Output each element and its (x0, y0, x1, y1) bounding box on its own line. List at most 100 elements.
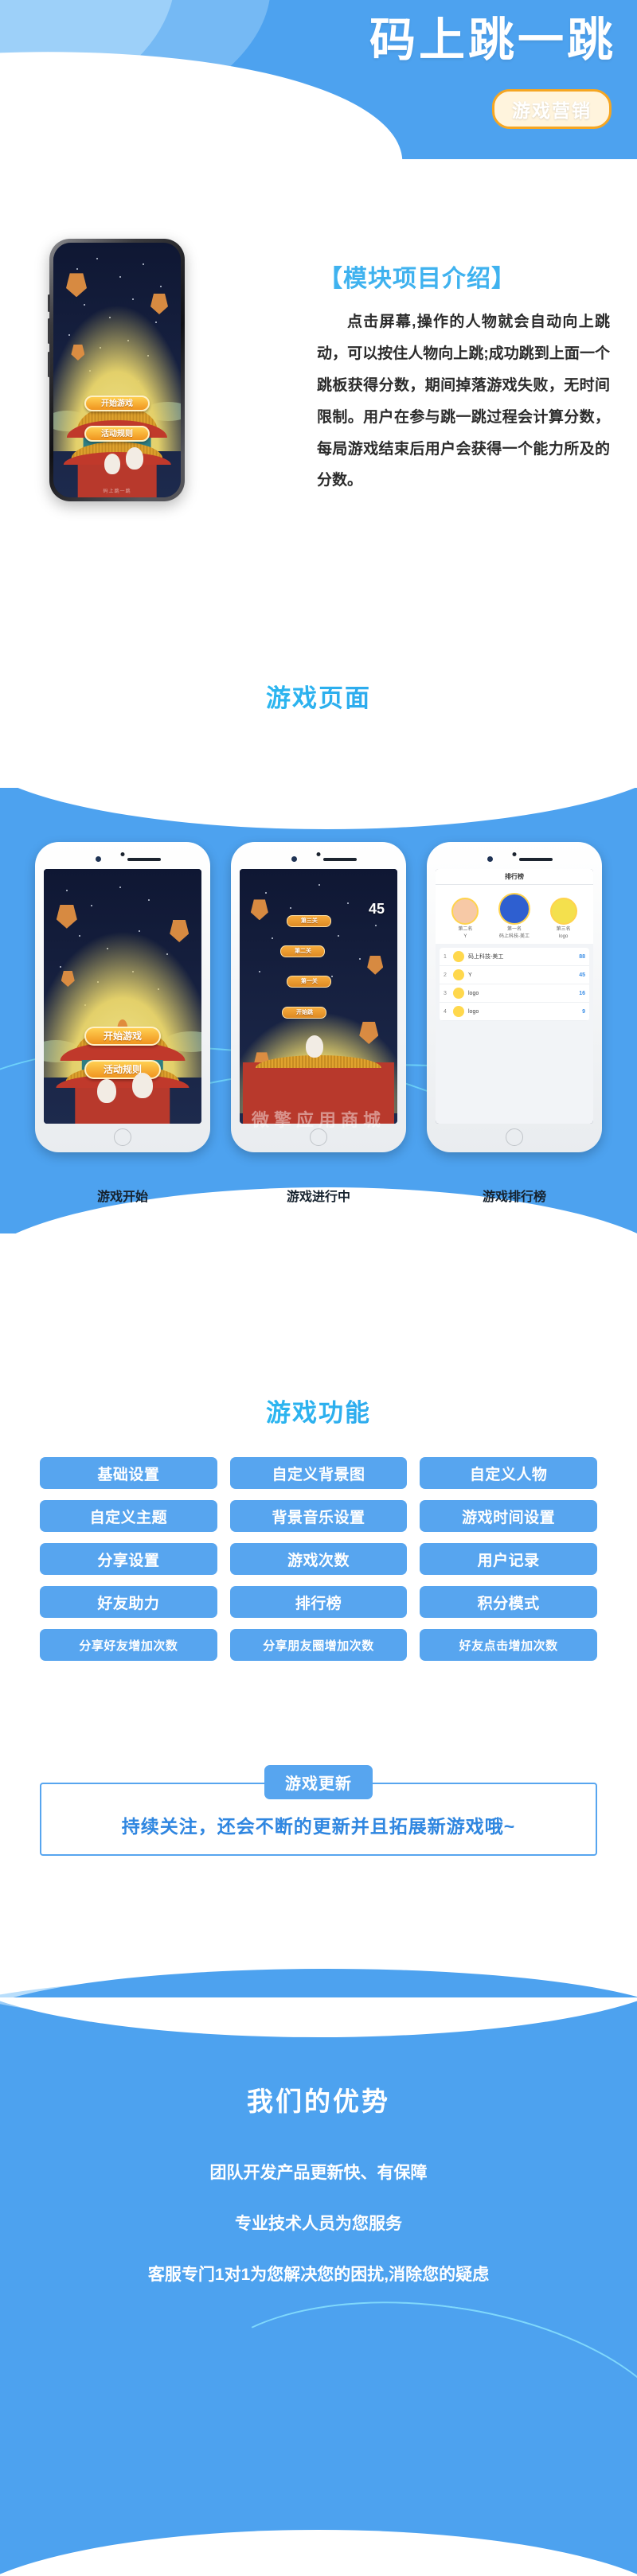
row-name: Y (468, 972, 472, 978)
function-share-settings[interactable]: 分享设置 (40, 1543, 217, 1575)
start-game-button[interactable]: 开始游戏 (84, 396, 150, 411)
row-score: 45 (579, 972, 585, 978)
intro-section: 开始游戏 活动规则 码上跳一跳 【模块项目介绍】 点击屏幕,操作的人物就会自动向… (0, 159, 637, 661)
function-friend-boost[interactable]: 好友助力 (40, 1586, 217, 1618)
caption-game-playing: 游戏进行中 (286, 1191, 350, 1204)
phone-brand-label: 码上跳一跳 (103, 489, 131, 494)
lantern-icon (66, 273, 87, 298)
podium: 第二名 Y 第一名 码上科技-美工 第三名 logo (436, 885, 593, 944)
function-bgm-settings[interactable]: 背景音乐设置 (229, 1500, 408, 1532)
podium-name: 码上科技-美工 (498, 934, 530, 939)
camera-icon (316, 852, 321, 856)
bunny-character (126, 446, 144, 470)
screen-content: 开始游戏 活动规则 (44, 869, 201, 1124)
intro-body: 点击屏幕,操作的人物就会自动向上跳动，可以按住人物向上跳;成功跳到上面一个跳板获… (317, 314, 610, 489)
function-user-records[interactable]: 用户记录 (420, 1543, 597, 1575)
speaker-icon (323, 858, 357, 861)
lantern-icon (367, 955, 384, 975)
functions-title: 游戏功能 (0, 1393, 637, 1428)
leaderboard: 排行榜 第二名 Y 第一名 码上科技-美工 第三名 logo 1 码上科技-美工… (436, 869, 593, 1124)
update-badge: 游戏更新 (264, 1765, 373, 1799)
phone-captions: 游戏开始 游戏进行中 游戏排行榜 (0, 1186, 637, 1205)
rules-button[interactable]: 活动规则 (84, 426, 150, 442)
sensor-icon (291, 856, 297, 862)
avatar (453, 1006, 464, 1017)
avatar (498, 893, 530, 925)
podium-third: 第三名 logo (549, 898, 577, 941)
functions-section: 游戏功能 基础设置 自定义背景图 自定义人物 自定义主题 背景音乐设置 游戏时间… (0, 1353, 637, 1735)
camera-icon (512, 852, 517, 856)
bunny-character (97, 1079, 117, 1104)
function-game-count[interactable]: 游戏次数 (229, 1543, 408, 1575)
phone-power (48, 352, 50, 377)
row-rank: 3 (444, 990, 447, 996)
page-title: 码上跳一跳 (369, 13, 616, 67)
function-basic-settings[interactable]: 基础设置 (40, 1457, 217, 1489)
caption-game-rank: 游戏排行榜 (482, 1191, 546, 1204)
screen-content: 45 第三关 第二关 第一关 开始跳 (240, 869, 397, 1124)
lantern-icon (250, 899, 268, 921)
table-row[interactable]: 2 Y 45 (440, 966, 589, 984)
plank-level: 第二关 (280, 945, 326, 957)
row-name: 码上科技-美工 (468, 954, 504, 960)
function-share-friend-add-count[interactable]: 分享好友增加次数 (40, 1629, 217, 1661)
avatar (453, 951, 464, 962)
sensor-icon (487, 856, 493, 862)
plank-level: 第三关 (287, 914, 332, 927)
header-badge: 游戏营销 (492, 89, 612, 129)
update-section: 游戏更新 持续关注，还会不断的更新并且拓展新游戏哦~ (0, 1765, 637, 1997)
row-score: 16 (579, 990, 585, 996)
phone-screen: 开始游戏 活动规则 码上跳一跳 (53, 243, 181, 497)
plank-level: 第一关 (287, 976, 332, 988)
avatar (549, 898, 577, 925)
phone-volume-up (48, 294, 50, 312)
advantages-list: 团队开发产品更新快、有保障 专业技术人员为您服务 客服专门1对1为您解决您的困扰… (0, 2160, 637, 2286)
bunny-character (306, 1035, 324, 1058)
game-pages-title: 游戏页面 (0, 661, 637, 714)
game-art: 45 第三关 第二关 第一关 开始跳 (240, 869, 397, 1124)
phone-mockup-dark: 开始游戏 活动规则 码上跳一跳 (48, 239, 185, 501)
bunny-character (104, 454, 120, 475)
leaderboard-nav-title: 排行榜 (436, 869, 593, 885)
camera-icon (120, 852, 125, 856)
start-game-button[interactable]: 开始游戏 (84, 1027, 161, 1046)
function-game-time-settings[interactable]: 游戏时间设置 (420, 1500, 597, 1532)
function-custom-background[interactable]: 自定义背景图 (229, 1457, 408, 1489)
avatar (453, 988, 464, 999)
podium-rank-label: 第三名 (556, 927, 571, 932)
bunny-character (131, 1073, 153, 1098)
table-row[interactable]: 3 logo 16 (440, 984, 589, 1003)
advantage-item-3: 客服专门1对1为您解决您的困扰,消除您的疑虑 (147, 2266, 490, 2284)
row-score: 9 (582, 1008, 585, 1015)
lantern-icon (56, 904, 77, 929)
podium-rank-label: 第二名 (458, 927, 473, 932)
row-rank: 1 (444, 953, 447, 960)
advantages-wave-top (0, 1997, 637, 2037)
row-rank: 2 (444, 972, 447, 978)
table-row[interactable]: 4 logo 9 (440, 1003, 589, 1021)
function-share-moments-add-count[interactable]: 分享朋友圈增加次数 (229, 1629, 408, 1661)
row-name: logo (468, 1008, 479, 1015)
advantage-item-1: 团队开发产品更新快、有保障 (209, 2164, 428, 2182)
phone-volume-down (48, 318, 50, 344)
game-art: 开始游戏 活动规则 (44, 869, 201, 1124)
advantages-section: 我们的优势 团队开发产品更新快、有保障 专业技术人员为您服务 客服专门1对1为您… (0, 1997, 637, 2576)
function-points-mode[interactable]: 积分模式 (420, 1586, 597, 1618)
function-leaderboard[interactable]: 排行榜 (229, 1586, 408, 1618)
score-display: 45 (368, 901, 385, 917)
podium-rank-label: 第一名 (506, 927, 522, 932)
row-score: 88 (579, 953, 585, 960)
game-art: 开始游戏 活动规则 码上跳一跳 (53, 243, 181, 497)
game-pages-section: 游戏页面 开始游戏 活动规则 45 第三关 第二关 第一关 开始跳 排行榜 第二… (0, 661, 637, 1353)
advantages-title: 我们的优势 (247, 2087, 390, 2116)
function-custom-theme[interactable]: 自定义主题 (40, 1500, 217, 1532)
function-custom-character[interactable]: 自定义人物 (420, 1457, 597, 1489)
function-friend-click-add-count[interactable]: 好友点击增加次数 (420, 1629, 597, 1661)
functions-grid: 基础设置 自定义背景图 自定义人物 自定义主题 背景音乐设置 游戏时间设置 分享… (40, 1457, 597, 1661)
decorative-swoosh (177, 2272, 637, 2576)
row-name: logo (468, 990, 479, 996)
speaker-icon (127, 858, 161, 861)
table-row[interactable]: 1 码上科技-美工 88 (440, 948, 589, 966)
podium-second: 第二名 Y (451, 898, 479, 941)
advantage-item-2: 专业技术人员为您服务 (235, 2215, 402, 2233)
